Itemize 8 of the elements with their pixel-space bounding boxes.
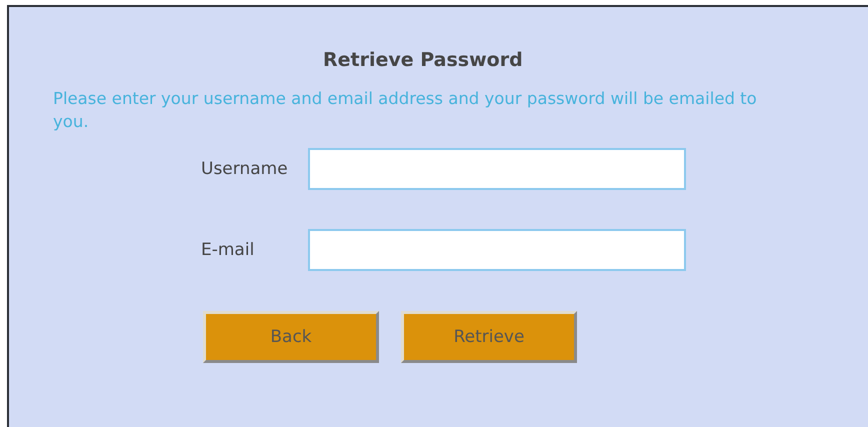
field-label: Username <box>201 159 289 179</box>
form-button[interactable]: Back <box>203 311 379 363</box>
form-button[interactable]: Retrieve <box>401 311 577 363</box>
instructions-text: Please enter your username and email address and your password will be emailed to you. <box>53 88 758 133</box>
input-field[interactable] <box>308 148 686 190</box>
field-label: E-mail <box>201 240 256 260</box>
input-field[interactable] <box>308 229 686 271</box>
form-title: Retrieve Password <box>323 49 524 71</box>
